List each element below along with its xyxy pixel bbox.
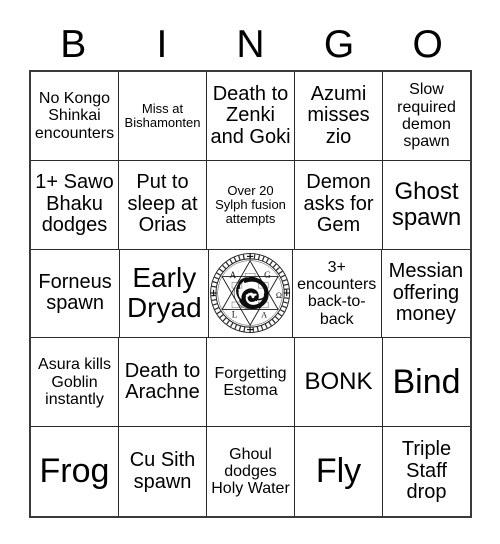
bingo-cell[interactable]: Forneus spawn bbox=[31, 249, 121, 339]
bingo-cell-label: Miss at Bishamonten bbox=[124, 100, 201, 130]
bingo-cell-label: Cu Sith spawn bbox=[129, 448, 196, 493]
bingo-cell-label: Ghost spawn bbox=[391, 177, 462, 231]
header-letter-i: I bbox=[156, 22, 168, 66]
bingo-card: B I N G O No Kongo Shinkai encounters Mi… bbox=[0, 0, 500, 544]
seal-letter-a2: A bbox=[262, 311, 268, 320]
bingo-cell-label: Slow required demon spawn bbox=[397, 81, 456, 151]
bingo-cell-label: Early Dryad bbox=[126, 262, 202, 324]
bingo-cell[interactable]: Ghost spawn bbox=[383, 160, 470, 250]
bingo-cell[interactable]: Messian offering money bbox=[381, 249, 471, 339]
bingo-row: Frog Cu Sith spawn Ghoul dodges Holy Wat… bbox=[31, 427, 470, 516]
bingo-cell-label: 3+ encounters back-to-back bbox=[297, 258, 377, 328]
bingo-cell-label: Death to Zenki and Goki bbox=[210, 82, 291, 148]
seal-letter-omega: Ω bbox=[276, 291, 282, 300]
bingo-row: 1+ Sawo Bhaku dodges Put to sleep at Ori… bbox=[31, 160, 470, 250]
bingo-cell-label: Bind bbox=[392, 362, 461, 401]
bingo-cell-label: Over 20 Sylph fusion attempts bbox=[215, 182, 286, 226]
bingo-cell[interactable]: Demon asks for Gem bbox=[295, 160, 383, 250]
bingo-cell[interactable]: Ghoul dodges Holy Water bbox=[207, 427, 295, 516]
bingo-cell-label: BONK bbox=[304, 368, 373, 396]
bingo-row: Asura kills Goblin instantly Death to Ar… bbox=[31, 338, 470, 428]
header-letter-g: G bbox=[323, 22, 355, 66]
bingo-cell-label: Azumi misses zio bbox=[307, 82, 370, 148]
bingo-cell[interactable]: Death to Arachne bbox=[119, 338, 207, 428]
header-letter-o: O bbox=[412, 22, 443, 66]
bingo-cell-label: Triple Staff drop bbox=[401, 438, 452, 504]
bingo-cell-label: Put to sleep at Orias bbox=[127, 171, 198, 237]
bingo-cell[interactable]: Cu Sith spawn bbox=[119, 427, 207, 516]
summoning-circle-seal-icon: A G Ω L A bbox=[210, 253, 291, 334]
bingo-header: B I N G O bbox=[29, 18, 472, 70]
header-letter-b: B bbox=[60, 22, 87, 66]
bingo-cell-label: Fly bbox=[315, 452, 362, 491]
seal-letter-l: L bbox=[232, 310, 238, 320]
bingo-cell[interactable]: Bind bbox=[383, 338, 470, 428]
bingo-cell[interactable]: Triple Staff drop bbox=[383, 427, 470, 516]
bingo-cell-label: No Kongo Shinkai encounters bbox=[34, 90, 115, 142]
bingo-cell[interactable]: Death to Zenki and Goki bbox=[207, 72, 295, 161]
bingo-cell[interactable]: No Kongo Shinkai encounters bbox=[31, 72, 119, 161]
seal-letter-a: A bbox=[230, 271, 237, 281]
bingo-cell[interactable]: Put to sleep at Orias bbox=[119, 160, 207, 250]
bingo-free-space-cell[interactable]: A G Ω L A bbox=[209, 249, 293, 339]
bingo-cell-label: Demon asks for Gem bbox=[303, 171, 374, 237]
bingo-cell[interactable]: 3+ encounters back-to-back bbox=[292, 249, 382, 339]
bingo-cell[interactable]: Asura kills Goblin instantly bbox=[31, 338, 119, 428]
bingo-row: Forneus spawn Early Dryad A G Ω L A 3+ e… bbox=[31, 249, 471, 339]
bingo-grid: No Kongo Shinkai encounters Miss at Bish… bbox=[29, 70, 472, 518]
seal-letter-g: G bbox=[265, 271, 272, 281]
bingo-cell[interactable]: Slow required demon spawn bbox=[383, 72, 470, 161]
bingo-cell[interactable]: Over 20 Sylph fusion attempts bbox=[207, 160, 295, 250]
bingo-cell-label: Death to Arachne bbox=[124, 359, 201, 404]
bingo-cell[interactable]: Forgetting Estoma bbox=[207, 338, 295, 428]
bingo-cell[interactable]: Miss at Bishamonten bbox=[119, 72, 207, 161]
header-letter-n: N bbox=[236, 22, 265, 66]
bingo-cell-label: Frog bbox=[39, 452, 110, 491]
bingo-cell-label: Forneus spawn bbox=[38, 270, 112, 315]
bingo-cell-label: Messian offering money bbox=[388, 260, 464, 326]
bingo-cell-label: Forgetting Estoma bbox=[214, 365, 287, 400]
bingo-cell[interactable]: 1+ Sawo Bhaku dodges bbox=[31, 160, 119, 250]
bingo-cell[interactable]: Azumi misses zio bbox=[295, 72, 383, 161]
bingo-cell[interactable]: Frog bbox=[31, 427, 119, 516]
bingo-cell[interactable]: BONK bbox=[295, 338, 383, 428]
bingo-cell[interactable]: Early Dryad bbox=[120, 249, 210, 339]
bingo-row: No Kongo Shinkai encounters Miss at Bish… bbox=[31, 72, 470, 161]
bingo-cell-label: 1+ Sawo Bhaku dodges bbox=[35, 171, 114, 237]
bingo-cell[interactable]: Fly bbox=[295, 427, 383, 516]
bingo-cell-label: Ghoul dodges Holy Water bbox=[211, 445, 290, 498]
bingo-cell-label: Asura kills Goblin instantly bbox=[38, 356, 111, 408]
